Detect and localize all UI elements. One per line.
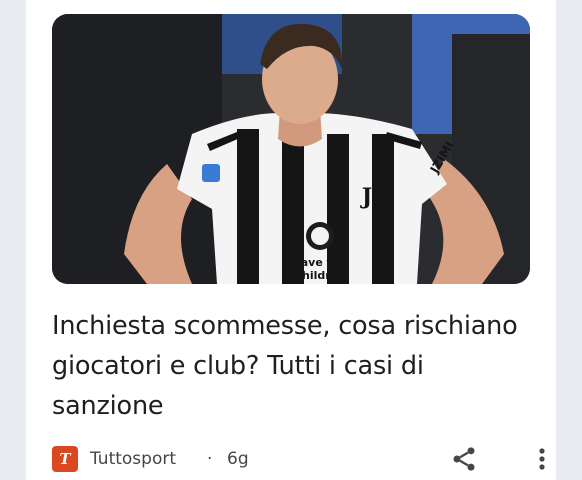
article-age: 6g bbox=[227, 449, 249, 469]
more-options-button[interactable] bbox=[530, 445, 554, 473]
svg-text:Children: Children bbox=[294, 269, 346, 282]
news-card[interactable]: Save the Children J JZIMI Inchiesta scom… bbox=[26, 0, 556, 480]
club-crest: J bbox=[360, 184, 372, 210]
more-vert-icon bbox=[539, 448, 545, 470]
jersey-sponsor-text: Save the bbox=[293, 256, 347, 269]
share-icon bbox=[453, 447, 475, 471]
article-photo: Save the Children J JZIMI bbox=[52, 14, 530, 284]
source-name[interactable]: Tuttosport bbox=[90, 448, 176, 470]
article-image[interactable]: Save the Children J JZIMI bbox=[52, 14, 530, 284]
tuttosport-logo[interactable]: T bbox=[52, 446, 78, 472]
meta-separator: · bbox=[207, 449, 213, 469]
source-row: T Tuttosport · 6g bbox=[52, 443, 545, 475]
share-button[interactable] bbox=[450, 445, 478, 473]
article-headline[interactable]: Inchiesta scommesse, cosa rischiano gioc… bbox=[52, 306, 542, 426]
